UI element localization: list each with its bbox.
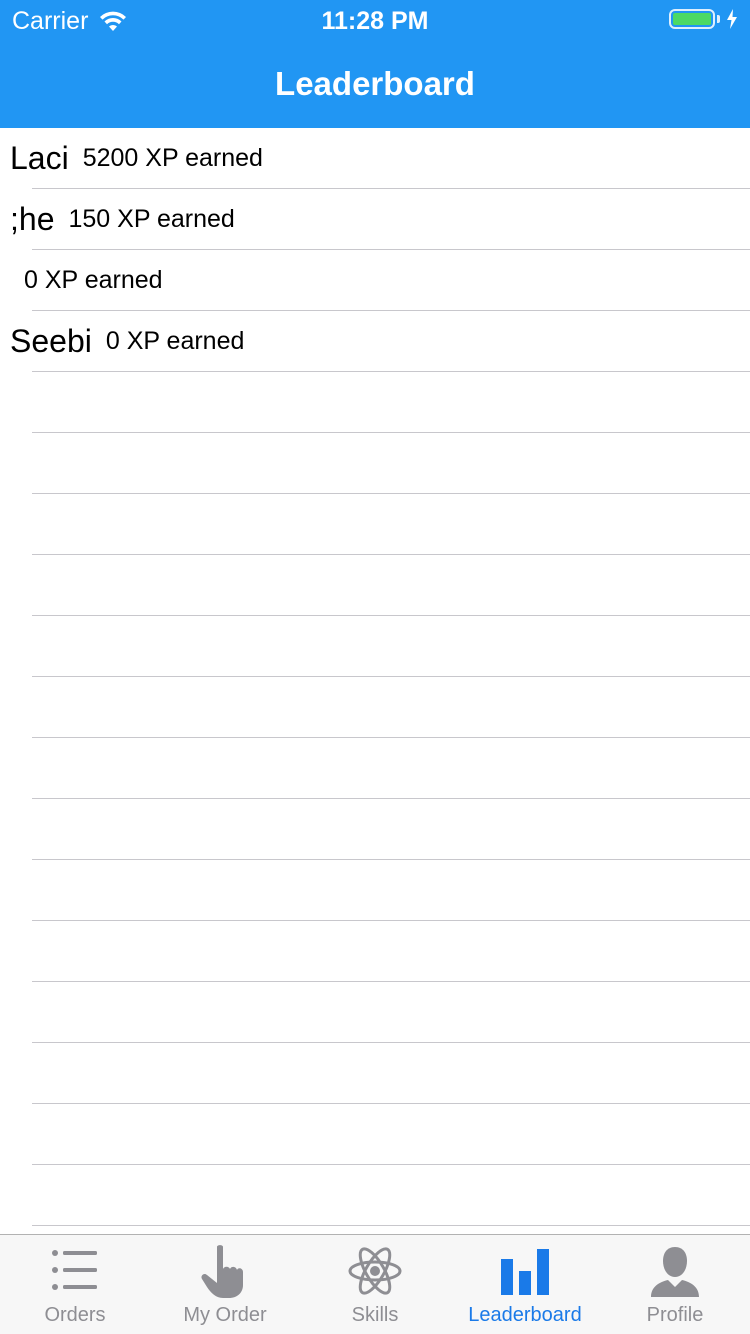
player-xp: 5200 XP earned	[82, 143, 263, 172]
empty-row	[0, 860, 750, 921]
empty-row	[0, 982, 750, 1043]
player-xp: 0 XP earned	[24, 265, 163, 294]
player-xp: 150 XP earned	[68, 204, 235, 233]
empty-row	[0, 1043, 750, 1104]
row-content: 0 XP earned	[10, 250, 163, 310]
leaderboard-row[interactable]: ;he 150 XP earned	[0, 189, 750, 250]
empty-row	[0, 372, 750, 433]
empty-row	[0, 616, 750, 677]
battery-indicator	[669, 9, 738, 29]
empty-row	[0, 1226, 750, 1234]
person-icon	[651, 1247, 699, 1297]
empty-row	[0, 921, 750, 982]
empty-row	[0, 1104, 750, 1165]
tab-label: Orders	[44, 1304, 106, 1326]
player-name: Seebi	[10, 322, 92, 359]
row-content: ;he 150 XP earned	[10, 189, 235, 249]
tab-label: Skills	[351, 1304, 399, 1326]
tab-bar: Orders My Order Skills Leaderboard Profile	[0, 1234, 750, 1334]
status-time: 11:28 PM	[321, 7, 429, 35]
empty-row	[0, 799, 750, 860]
charging-bolt-icon	[727, 9, 737, 29]
tab-label: Leaderboard	[468, 1304, 582, 1326]
empty-row	[0, 1165, 750, 1226]
atom-icon	[348, 1247, 402, 1295]
player-name: Laci	[10, 139, 69, 176]
page-title: Leaderboard	[275, 65, 475, 102]
battery-fill	[673, 13, 711, 25]
leaderboard-screen: Carrier 11:28 PM Leaderboard Laci 5200 XP…	[0, 0, 750, 1334]
tab-leaderboard[interactable]: Leaderboard	[450, 1235, 600, 1334]
leaderboard-list[interactable]: Laci 5200 XP earned ;he 150 XP earned 0 XP e…	[0, 128, 750, 1234]
bar-chart-icon	[501, 1249, 549, 1295]
tab-label: Profile	[646, 1304, 704, 1326]
pointing-hand-icon	[201, 1245, 243, 1298]
navigation-bar: Carrier 11:28 PM Leaderboard	[0, 0, 750, 128]
row-content: Seebi 0 XP earned	[10, 311, 244, 371]
empty-row	[0, 555, 750, 616]
empty-row	[0, 677, 750, 738]
tab-profile[interactable]: Profile	[600, 1235, 750, 1334]
empty-row	[0, 738, 750, 799]
tab-label: My Order	[183, 1304, 267, 1326]
leaderboard-row[interactable]: 0 XP earned	[0, 250, 750, 311]
tab-skills[interactable]: Skills	[300, 1235, 450, 1334]
empty-row	[0, 433, 750, 494]
battery-tip	[717, 15, 720, 23]
player-xp: 0 XP earned	[105, 326, 245, 355]
tab-my-order[interactable]: My Order	[150, 1235, 300, 1334]
leaderboard-row[interactable]: Seebi 0 XP earned	[0, 311, 750, 372]
row-content: Laci 5200 XP earned	[10, 128, 263, 188]
list-icon	[52, 1250, 97, 1290]
battery-icon	[669, 9, 715, 29]
leaderboard-row[interactable]: Laci 5200 XP earned	[0, 128, 750, 189]
player-name: ;he	[10, 200, 55, 237]
empty-row	[0, 494, 750, 555]
tab-orders[interactable]: Orders	[0, 1235, 150, 1334]
